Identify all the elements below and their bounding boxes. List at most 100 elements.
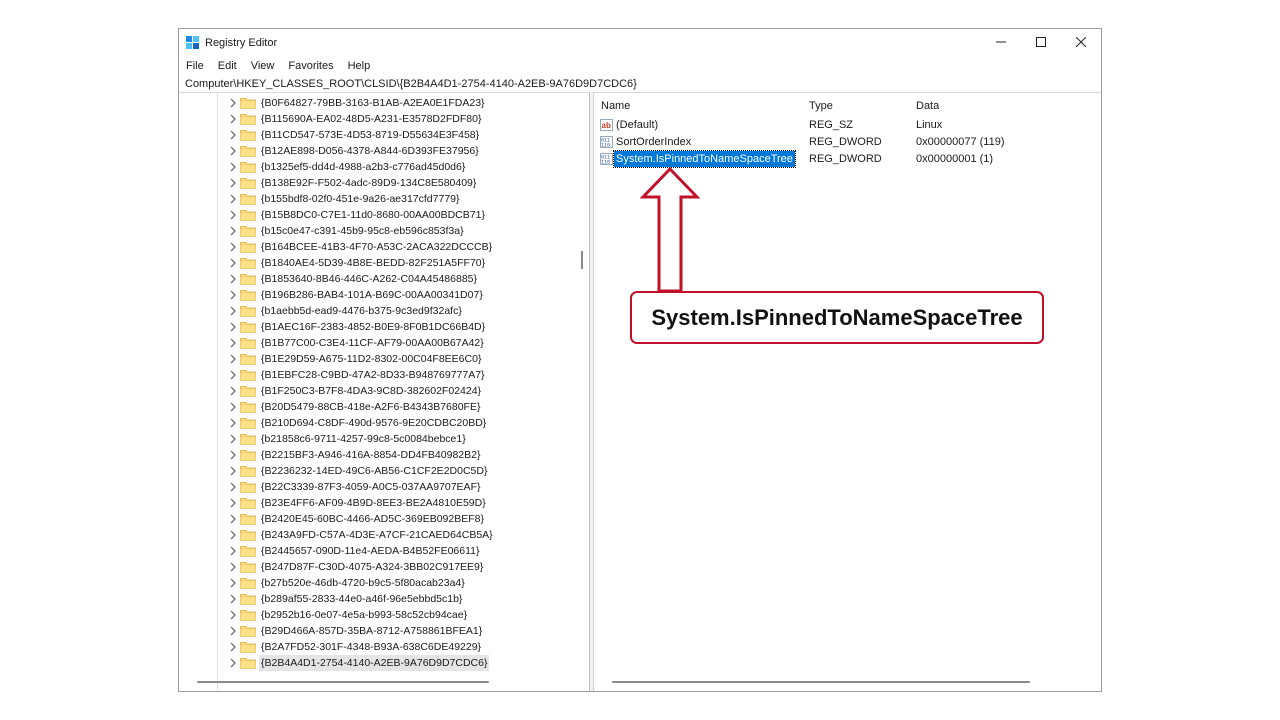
tree-item[interactable]: {b15c0e47-c391-45b9-95c8-eb596c853f3a} bbox=[179, 223, 579, 239]
chevron-right-icon[interactable] bbox=[228, 98, 238, 108]
folder-icon bbox=[240, 322, 256, 333]
folder-icon bbox=[240, 242, 256, 253]
menu-favorites[interactable]: Favorites bbox=[281, 57, 340, 75]
chevron-right-icon[interactable] bbox=[228, 610, 238, 620]
maximize-button[interactable] bbox=[1021, 29, 1061, 55]
chevron-right-icon[interactable] bbox=[228, 642, 238, 652]
chevron-right-icon[interactable] bbox=[228, 466, 238, 476]
chevron-right-icon[interactable] bbox=[228, 146, 238, 156]
chevron-right-icon[interactable] bbox=[228, 114, 238, 124]
tree-item-label: {B1F250C3-B7F8-4DA3-9C8D-382602F02424} bbox=[261, 385, 482, 397]
tree-item[interactable]: {B1840AE4-5D39-4B8E-BEDD-82F251A5FF70} bbox=[179, 255, 579, 271]
key-tree-pane[interactable]: {B0F64827-79BB-3163-B1AB-A2EA0E1FDA23} {B… bbox=[179, 92, 590, 691]
chevron-right-icon[interactable] bbox=[228, 578, 238, 588]
chevron-right-icon[interactable] bbox=[228, 258, 238, 268]
tree-item[interactable]: {B247D87F-C30D-4075-A324-3BB02C917EE9} bbox=[179, 559, 579, 575]
tree-item[interactable]: {B1F250C3-B7F8-4DA3-9C8D-382602F02424} bbox=[179, 383, 579, 399]
chevron-right-icon[interactable] bbox=[228, 290, 238, 300]
chevron-right-icon[interactable] bbox=[228, 482, 238, 492]
tree-item[interactable]: {B12AE898-D056-4378-A844-6D393FE37956} bbox=[179, 143, 579, 159]
chevron-right-icon[interactable] bbox=[228, 450, 238, 460]
chevron-right-icon[interactable] bbox=[228, 514, 238, 524]
tree-item[interactable]: {B243A9FD-C57A-4D3E-A7CF-21CAED64CB5A} bbox=[179, 527, 579, 543]
tree-item[interactable]: {B0F64827-79BB-3163-B1AB-A2EA0E1FDA23} bbox=[179, 95, 579, 111]
tree-item[interactable]: {b1aebb5d-ead9-4476-b375-9c3ed9f32afc} bbox=[179, 303, 579, 319]
tree-item[interactable]: {B20D5479-88CB-418e-A2F6-B4343B7680FE} bbox=[179, 399, 579, 415]
folder-icon bbox=[240, 338, 256, 349]
tree-item[interactable]: {B15B8DC0-C7E1-11d0-8680-00AA00BDCB71} bbox=[179, 207, 579, 223]
chevron-right-icon[interactable] bbox=[228, 130, 238, 140]
value-row[interactable]: 011 110 System.IsPinnedToNameSpaceTree REG_… bbox=[594, 150, 1094, 168]
chevron-right-icon[interactable] bbox=[228, 658, 238, 668]
chevron-right-icon[interactable] bbox=[228, 162, 238, 172]
menu-help[interactable]: Help bbox=[341, 57, 378, 75]
tree-item[interactable]: {B115690A-EA02-48D5-A231-E3578D2FDF80} bbox=[179, 111, 579, 127]
tree-item[interactable]: {B23E4FF6-AF09-4B9D-8EE3-BE2A4810E59D} bbox=[179, 495, 579, 511]
chevron-right-icon[interactable] bbox=[228, 242, 238, 252]
minimize-button[interactable] bbox=[981, 29, 1021, 55]
address-bar[interactable]: Computer\HKEY_CLASSES_ROOT\CLSID\{B2B4A4… bbox=[185, 77, 637, 91]
chevron-right-icon[interactable] bbox=[228, 498, 238, 508]
column-header-type[interactable]: Type bbox=[809, 100, 833, 112]
tree-item[interactable]: {B2445657-090D-11e4-AEDA-B4B52FE06611} bbox=[179, 543, 579, 559]
tree-item[interactable]: {B11CD547-573E-4D53-8719-D55634E3F458} bbox=[179, 127, 579, 143]
tree-item-label: {B2215BF3-A946-416A-8854-DD4FB40982B2} bbox=[261, 449, 481, 461]
tree-item[interactable]: {b27b520e-46db-4720-b9c5-5f80acab23a4} bbox=[179, 575, 579, 591]
tree-item[interactable]: {B196B286-BAB4-101A-B69C-00AA00341D07} bbox=[179, 287, 579, 303]
tree-item[interactable]: {b21858c6-9711-4257-99c8-5c0084bebce1} bbox=[179, 431, 579, 447]
value-row[interactable]: 011 110 SortOrderIndex REG_DWORD 0x00000077 … bbox=[594, 134, 1094, 151]
value-row[interactable]: ab (Default) REG_SZ Linux bbox=[594, 117, 1094, 134]
svg-text:110: 110 bbox=[601, 160, 610, 166]
tree-item[interactable]: {B1E29D59-A675-11D2-8302-00C04F8EE6C0} bbox=[179, 351, 579, 367]
chevron-right-icon[interactable] bbox=[228, 370, 238, 380]
close-button[interactable] bbox=[1061, 29, 1101, 55]
values-horizontal-scrollbar[interactable] bbox=[612, 681, 1030, 683]
tree-item[interactable]: {B164BCEE-41B3-4F70-A53C-2ACA322DCCCB} bbox=[179, 239, 579, 255]
tree-item[interactable]: {B29D466A-857D-35BA-8712-A758861BFEA1} bbox=[179, 623, 579, 639]
column-header-data[interactable]: Data bbox=[916, 100, 939, 112]
tree-item[interactable]: {b1325ef5-dd4d-4988-a2b3-c776ad45d0d6} bbox=[179, 159, 579, 175]
tree-item[interactable]: {B1EBFC28-C9BD-47A2-8D33-B948769777A7} bbox=[179, 367, 579, 383]
menu-file[interactable]: File bbox=[179, 57, 211, 75]
tree-item[interactable]: {b2952b16-0e07-4e5a-b993-58c52cb94cae} bbox=[179, 607, 579, 623]
tree-item[interactable]: {B2236232-14ED-49C6-AB56-C1CF2E2D0C5D} bbox=[179, 463, 579, 479]
tree-item[interactable]: {B2A7FD52-301F-4348-B93A-638C6DE49229} bbox=[179, 639, 579, 655]
tree-item[interactable]: {b155bdf8-02f0-451e-9a26-ae317cfd7779} bbox=[179, 191, 579, 207]
chevron-right-icon[interactable] bbox=[228, 226, 238, 236]
chevron-right-icon[interactable] bbox=[228, 530, 238, 540]
chevron-right-icon[interactable] bbox=[228, 274, 238, 284]
chevron-right-icon[interactable] bbox=[228, 354, 238, 364]
tree-item[interactable]: {B2B4A4D1-2754-4140-A2EB-9A76D9D7CDC6} bbox=[179, 655, 579, 671]
tree-item[interactable]: {B1853640-8B46-446C-A262-C04A45486885} bbox=[179, 271, 579, 287]
chevron-right-icon[interactable] bbox=[228, 178, 238, 188]
tree-vertical-scrollbar[interactable] bbox=[581, 251, 583, 269]
chevron-right-icon[interactable] bbox=[228, 386, 238, 396]
column-header-name[interactable]: Name bbox=[601, 100, 630, 112]
tree-item[interactable]: {B22C3339-87F3-4059-A0C5-037AA9707EAF} bbox=[179, 479, 579, 495]
tree-horizontal-scrollbar[interactable] bbox=[197, 681, 489, 683]
chevron-right-icon[interactable] bbox=[228, 322, 238, 332]
chevron-right-icon[interactable] bbox=[228, 594, 238, 604]
menu-edit[interactable]: Edit bbox=[211, 57, 244, 75]
tree-item[interactable]: {b289af55-2833-44e0-a46f-96e5ebbd5c1b} bbox=[179, 591, 579, 607]
tree-item[interactable]: {B210D694-C8DF-490d-9576-9E20CDBC20BD} bbox=[179, 415, 579, 431]
chevron-right-icon[interactable] bbox=[228, 306, 238, 316]
chevron-right-icon[interactable] bbox=[228, 546, 238, 556]
chevron-right-icon[interactable] bbox=[228, 402, 238, 412]
chevron-right-icon[interactable] bbox=[228, 210, 238, 220]
chevron-right-icon[interactable] bbox=[228, 418, 238, 428]
tree-item[interactable]: {B138E92F-F502-4adc-89D9-134C8E580409} bbox=[179, 175, 579, 191]
tree-item[interactable]: {B1B77C00-C3E4-11CF-AF79-00AA00B67A42} bbox=[179, 335, 579, 351]
folder-icon bbox=[240, 162, 256, 173]
chevron-right-icon[interactable] bbox=[228, 338, 238, 348]
tree-item-label: {b1aebb5d-ead9-4476-b375-9c3ed9f32afc} bbox=[261, 305, 462, 317]
tree-item[interactable]: {B1AEC16F-2383-4852-B0E9-8F0B1DC66B4D} bbox=[179, 319, 579, 335]
tree-item[interactable]: {B2215BF3-A946-416A-8854-DD4FB40982B2} bbox=[179, 447, 579, 463]
chevron-right-icon[interactable] bbox=[228, 626, 238, 636]
chevron-right-icon[interactable] bbox=[228, 562, 238, 572]
chevron-right-icon[interactable] bbox=[228, 194, 238, 204]
title-bar[interactable]: Registry Editor bbox=[179, 29, 1101, 57]
tree-item[interactable]: {B2420E45-60BC-4466-AD5C-369EB092BEF8} bbox=[179, 511, 579, 527]
menu-view[interactable]: View bbox=[244, 57, 282, 75]
chevron-right-icon[interactable] bbox=[228, 434, 238, 444]
